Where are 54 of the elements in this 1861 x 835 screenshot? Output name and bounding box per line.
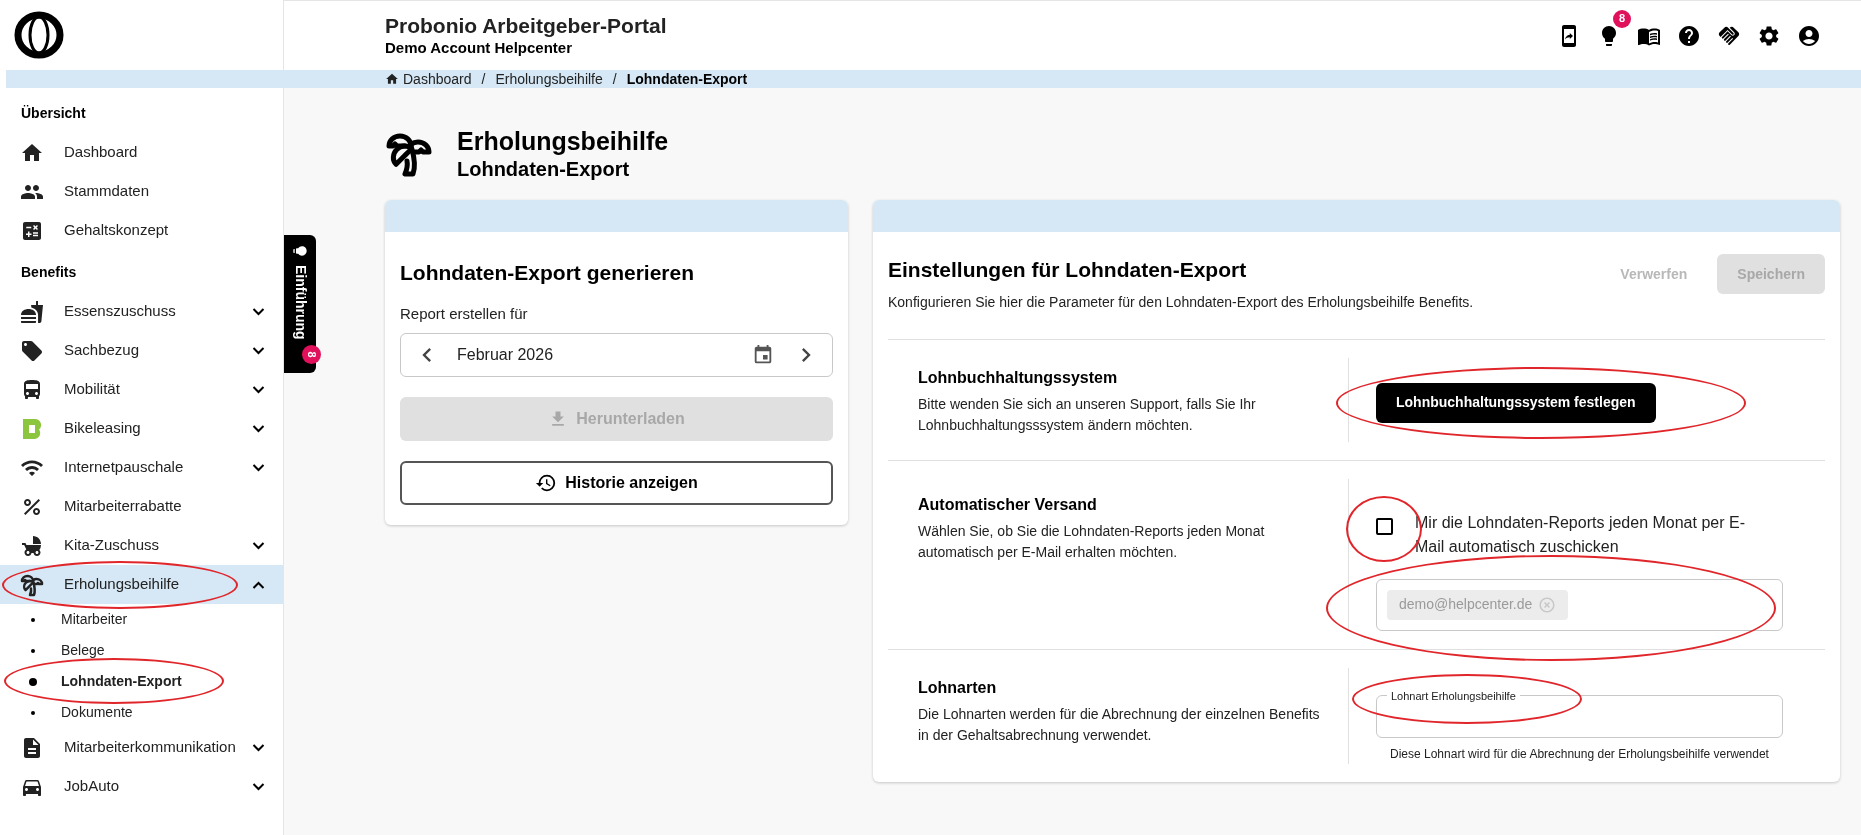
breadcrumb-link[interactable]: Dashboard	[403, 68, 472, 90]
section-description: Die Lohnarten werden für die Abrechnung der einzelnen Benefits in der Gehaltsabrechnung verwendet.	[918, 704, 1321, 745]
portal-title: Probonio Arbeitgeber-Portal	[385, 13, 668, 39]
card-description: Konfigurieren Sie hier die Parameter für den Lohndaten-Export des Erholungsbeihilfe Benefits.	[888, 292, 1475, 312]
sidebar-subitem[interactable]: Dokumente	[0, 697, 283, 728]
chevron-down-icon	[252, 307, 265, 316]
checkbox[interactable]	[1376, 517, 1393, 535]
calendar-icon[interactable]	[752, 344, 774, 366]
chevron-down-icon	[252, 541, 265, 550]
card-title: Einstellungen für Lohndaten-Export	[888, 257, 1248, 283]
breadcrumb-link[interactable]: Lohndaten-Export	[626, 68, 748, 90]
lightbulb-icon	[292, 243, 308, 259]
sidebar-item[interactable]: Erholungsbeihilfe	[0, 565, 283, 604]
helper-text: Diese Lohnart wird für die Abrechnung der Erholungsbeihilfe verwendet	[1389, 745, 1770, 763]
help-icon[interactable]	[1677, 23, 1701, 48]
sidebar-heading: Übersicht	[21, 103, 86, 123]
chevron-down-icon	[252, 743, 265, 752]
settings-icon[interactable]	[1757, 23, 1781, 48]
card-title: Lohndaten-Export generieren	[400, 260, 696, 286]
sidebar-heading: Benefits	[21, 262, 77, 282]
breadcrumb-separator: /	[481, 69, 486, 89]
tag-icon	[20, 338, 44, 363]
chevron-down-icon	[252, 346, 265, 355]
section-description: Bitte wenden Sie sich an unseren Support, falls Sie Ihr Lohnbuchhaltungsssystem ändern möchten.	[918, 394, 1257, 435]
sidebar-subitem[interactable]: Mitarbeiter	[0, 604, 283, 635]
food-icon	[20, 299, 44, 324]
section-description: Wählen Sie, ob Sie die Lohndaten-Reports jeden Monat automatisch per E-Mail erhalten möchten.	[918, 521, 1266, 562]
account-name: Demo Account Helpcenter	[385, 39, 573, 58]
account-icon[interactable]	[1797, 23, 1821, 48]
chevron-down-icon	[252, 424, 265, 433]
notification-badge: 8	[1613, 9, 1631, 28]
payroll-system-button[interactable]: Lohnbuchhaltungssystem festlegen	[1376, 382, 1656, 423]
logo-icon	[14, 11, 64, 59]
field-label: Report erstellen für	[400, 303, 529, 324]
home-icon	[385, 72, 399, 86]
logo-icon	[20, 416, 44, 441]
page-subtitle: Lohndaten-Export	[457, 157, 631, 183]
section-title: Automatischer Versand	[918, 494, 1098, 515]
section-title: Lohnarten	[918, 677, 998, 698]
section-title: Lohnbuchhaltungssystem	[918, 367, 1119, 388]
sidebar-subitem[interactable]: Belege	[0, 635, 283, 666]
page-title: Erholungsbeihilfe	[457, 125, 669, 157]
chevron-down-icon	[252, 463, 265, 472]
month-picker[interactable]: Februar 2026	[400, 333, 833, 377]
breadcrumb-link[interactable]: Erholungsbeihilfe	[495, 68, 603, 90]
stroller-icon	[20, 533, 44, 558]
history-icon	[535, 472, 558, 494]
sidebar-subitem[interactable]: Lohndaten-Export	[0, 666, 283, 697]
chevron-up-icon	[252, 580, 265, 589]
breadcrumb-separator: /	[612, 69, 617, 89]
history-button[interactable]: Historie anzeigen	[400, 461, 833, 505]
chevron-down-icon	[252, 385, 265, 394]
palm-tree-icon	[20, 572, 44, 597]
chevron-down-icon	[252, 782, 265, 791]
